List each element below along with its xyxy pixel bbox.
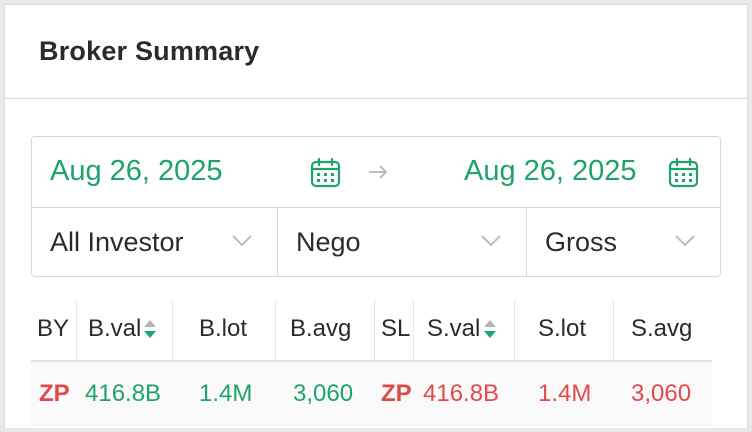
- col-header-buyer: BY: [37, 315, 70, 342]
- broker-summary-table: BY B.val B.lot B.avg SL S.val S.lot S.av…: [31, 300, 712, 426]
- col-header-buy-value[interactable]: B.val: [88, 315, 141, 343]
- column-divider: [76, 300, 77, 360]
- value-type-select[interactable]: Gross: [526, 208, 720, 276]
- value-type-select-value: Gross: [545, 226, 618, 257]
- buy-avg-cell: 3,060: [293, 380, 354, 407]
- filter-panel: Aug 26, 2025 Aug 26, 2025 All Investor N…: [31, 136, 721, 277]
- market-select-value: Nego: [296, 226, 361, 257]
- date-from-field[interactable]: Aug 26, 2025: [50, 155, 223, 188]
- col-header-seller: SL: [381, 315, 411, 342]
- sell-value-cell: 416.8B: [423, 380, 500, 407]
- seller-code[interactable]: ZP: [381, 380, 412, 408]
- column-divider: [275, 300, 276, 360]
- chevron-down-icon: [675, 235, 695, 247]
- column-divider: [172, 300, 173, 360]
- filter-selects: All Investor Nego Gross: [32, 208, 720, 276]
- col-header-buy-lot: B.lot: [199, 315, 248, 342]
- sell-avg-cell: 3,060: [631, 380, 692, 407]
- arrow-right-icon: [369, 165, 388, 179]
- date-to-field[interactable]: Aug 26, 2025: [464, 155, 637, 188]
- col-header-sell-avg: S.avg: [631, 315, 693, 342]
- col-header-sell-value[interactable]: S.val: [427, 315, 480, 343]
- page-title: Broker Summary: [39, 36, 260, 66]
- table-header: BY B.val B.lot B.avg SL S.val S.lot S.av…: [31, 300, 712, 362]
- col-header-sell-lot: S.lot: [538, 315, 587, 342]
- card-header: Broker Summary: [5, 5, 747, 99]
- buy-lot-cell: 1.4M: [199, 380, 253, 407]
- buy-value-cell: 416.8B: [85, 380, 162, 407]
- column-divider: [514, 300, 515, 360]
- sort-icon[interactable]: [483, 317, 497, 341]
- column-divider: [613, 300, 614, 360]
- sell-lot-cell: 1.4M: [538, 380, 592, 407]
- column-divider: [374, 300, 375, 360]
- calendar-icon[interactable]: [668, 157, 699, 189]
- investor-select[interactable]: All Investor: [32, 208, 277, 276]
- col-header-buy-avg: B.avg: [290, 315, 352, 342]
- investor-select-value: All Investor: [50, 226, 184, 257]
- market-select[interactable]: Nego: [277, 208, 526, 276]
- chevron-down-icon: [481, 235, 501, 247]
- sort-icon[interactable]: [143, 317, 157, 341]
- column-divider: [413, 300, 414, 360]
- calendar-icon[interactable]: [310, 157, 341, 189]
- table-row[interactable]: ZP 416.8B 1.4M 3,060 ZP 416.8B 1.4M 3,06…: [31, 362, 712, 426]
- broker-summary-card: Broker Summary Aug 26, 2025 Aug 26, 2025: [4, 4, 748, 428]
- chevron-down-icon: [232, 235, 252, 247]
- date-range-picker: Aug 26, 2025 Aug 26, 2025: [32, 137, 720, 208]
- buyer-code[interactable]: ZP: [39, 380, 70, 408]
